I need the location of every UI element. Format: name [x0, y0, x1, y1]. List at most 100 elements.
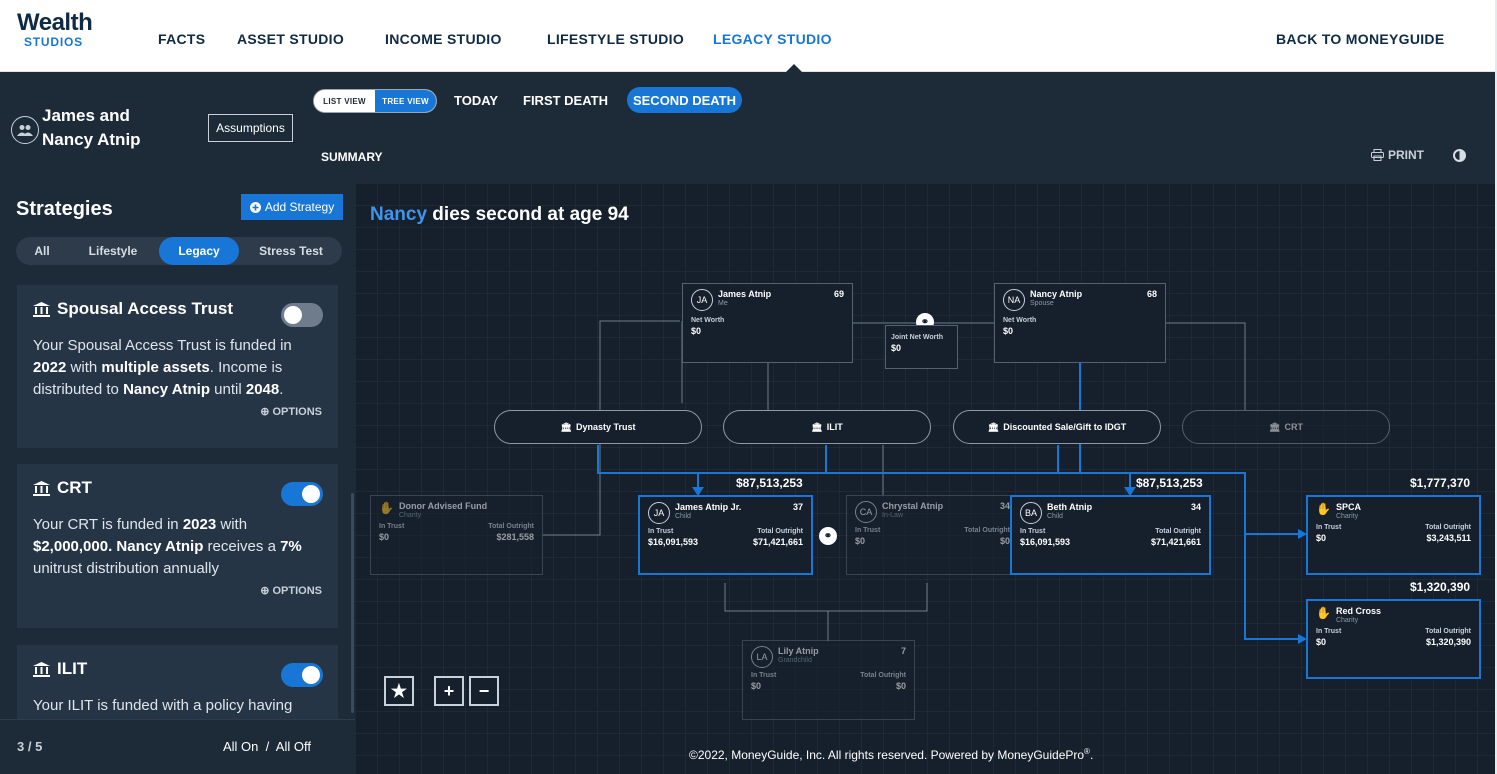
- card-title: CRT: [33, 478, 322, 498]
- strategies-sidebar: Strategies Add Strategy All Lifestyle Le…: [0, 183, 355, 774]
- options-label: OPTIONS: [272, 406, 322, 418]
- text: receives a: [203, 538, 281, 555]
- node-header: LA Lily Atnip Grandchild 7: [751, 646, 906, 668]
- node-values: In Trust $16,091,593 Total Outright $71,42…: [648, 528, 803, 547]
- asset-type: multiple assets: [101, 359, 210, 376]
- total-outright: Total Outright $281,558: [488, 523, 534, 542]
- nav-legacy-studio[interactable]: LEGACY STUDIO: [713, 31, 832, 47]
- node-header: ✋ SPCA Charity: [1316, 502, 1471, 520]
- zoom-out-button[interactable]: −: [469, 676, 499, 706]
- node-role: Charity: [1335, 513, 1359, 520]
- total-outright-label: Total Outright: [1425, 628, 1471, 635]
- strategy-pill-ilit[interactable]: 🏛 ILIT: [723, 410, 931, 444]
- joint-net-worth-value: $0: [891, 343, 902, 353]
- all-on-link[interactable]: All On: [223, 739, 258, 754]
- initials-badge: JA: [648, 502, 670, 524]
- node-role: In-Law: [882, 512, 904, 519]
- in-trust-value: $0: [379, 532, 390, 542]
- node-role: Charity: [1335, 617, 1359, 624]
- charity-node-spca[interactable]: ✋ SPCA Charity In Trust $0 Total Outright $…: [1306, 495, 1481, 575]
- summary-link[interactable]: SUMMARY: [321, 150, 383, 164]
- total-outright-value: $281,558: [496, 532, 534, 542]
- node-values: In Trust $0 Total Outright $0: [855, 527, 1010, 546]
- crt-toggle[interactable]: [281, 482, 323, 506]
- tab-today[interactable]: TODAY: [454, 93, 498, 108]
- client-name: James and Nancy Atnip: [42, 106, 141, 149]
- joint-net-worth-node: Joint Net Worth $0: [885, 325, 958, 369]
- wealth-studios-logo[interactable]: Wealth STUDIOS: [17, 9, 93, 49]
- tab-second-death[interactable]: SECOND DEATH: [627, 87, 742, 113]
- in-trust-label: In Trust: [751, 672, 777, 679]
- legacy-tree-canvas[interactable]: Nancy dies second at age 94 JA James Atn…: [355, 183, 1497, 774]
- person-node-chrystal-atnip[interactable]: CA Chrystal Atnip In-Law 34 In Trust $0 To…: [846, 495, 1019, 575]
- total-outright-label: Total Outright: [1425, 524, 1471, 531]
- initials-badge: BA: [1020, 502, 1042, 524]
- person-node-beth-atnip[interactable]: BA Beth Atnip Child 34 In Trust $16,091,59…: [1010, 495, 1211, 575]
- strategy-pill-crt[interactable]: 🏛 CRT: [1182, 410, 1390, 444]
- ilit-toggle[interactable]: [281, 663, 323, 687]
- separator: /: [265, 739, 270, 754]
- net-worth-label: Net Worth: [691, 317, 725, 324]
- zoom-in-button[interactable]: +: [434, 676, 464, 706]
- view-toggle: LIST VIEW TREE VIEW: [313, 89, 437, 113]
- options-button[interactable]: ⊕ OPTIONS: [33, 584, 322, 597]
- logo-wordmark: Wealth: [17, 9, 93, 36]
- contrast-icon[interactable]: [1453, 149, 1466, 162]
- filter-stress-test[interactable]: Stress Test: [241, 237, 341, 265]
- bank-icon: [33, 301, 50, 317]
- bank-icon: [33, 480, 50, 496]
- top-nav: Wealth STUDIOS FACTS ASSET STUDIO INCOME…: [0, 0, 1497, 72]
- node-values: In Trust $0 Total Outright $281,558: [379, 523, 534, 542]
- tree-view-button[interactable]: TREE VIEW: [375, 90, 436, 112]
- card-description: Your Spousal Access Trust is funded in 2…: [33, 335, 322, 401]
- nav-income-studio[interactable]: INCOME STUDIO: [385, 31, 502, 47]
- back-to-moneyguide-link[interactable]: BACK TO MONEYGUIDE: [1276, 31, 1445, 47]
- filter-legacy[interactable]: Legacy: [159, 237, 239, 265]
- card-description: Your CRT is funded in 2023 with $2,000,0…: [33, 514, 322, 580]
- person-node-nancy-atnip[interactable]: NA Nancy Atnip Spouse 68 Net Worth $0: [994, 283, 1166, 363]
- options-button[interactable]: ⊕ OPTIONS: [33, 405, 322, 418]
- total-outright: Total Outright $71,421,661: [1151, 528, 1201, 547]
- assumptions-button[interactable]: Assumptions: [208, 114, 293, 142]
- nav-asset-studio[interactable]: ASSET STUDIO: [237, 31, 344, 47]
- node-role: Grandchild: [778, 657, 812, 664]
- node-identity: Donor Advised Fund Charity: [399, 501, 534, 519]
- strategy-pill-idgt[interactable]: 🏛 Discounted Sale/Gift to IDGT: [953, 410, 1161, 444]
- favorite-star-button[interactable]: ★: [384, 676, 414, 706]
- sidebar-scrollbar[interactable]: [351, 493, 354, 713]
- nav-facts[interactable]: FACTS: [158, 31, 205, 47]
- node-header: JA James Atnip Me 69: [691, 289, 844, 311]
- strategy-card-crt: CRT Your CRT is funded in 2023 with $2,0…: [17, 464, 338, 628]
- node-age: 68: [1146, 289, 1157, 299]
- text: unitrust distribution annually: [33, 560, 219, 577]
- all-off-link[interactable]: All Off: [276, 739, 311, 754]
- year: 2022: [33, 359, 67, 376]
- tab-first-death[interactable]: FIRST DEATH: [523, 93, 608, 108]
- person-node-lily-atnip[interactable]: LA Lily Atnip Grandchild 7 In Trust $0 Tot…: [742, 640, 915, 720]
- nav-lifestyle-studio[interactable]: LIFESTYLE STUDIO: [547, 31, 684, 47]
- person-node-james-atnip[interactable]: JA James Atnip Me 69 Net Worth $0: [682, 283, 853, 363]
- text: Your Spousal Access Trust is funded in: [33, 337, 292, 354]
- list-view-button[interactable]: LIST VIEW: [314, 90, 375, 112]
- net-worth-label: Net Worth: [1003, 317, 1037, 324]
- node-values: In Trust $0 Total Outright $3,243,511: [1316, 524, 1471, 543]
- text: with: [216, 516, 248, 533]
- marriage-rings-icon: ⚭: [819, 527, 837, 545]
- strategies-title: Strategies: [16, 198, 113, 220]
- filter-all[interactable]: All: [16, 237, 68, 265]
- person-node-james-atnip-jr[interactable]: JA James Atnip Jr. Child 37 In Trust $16,0…: [638, 495, 813, 575]
- spousal-access-trust-toggle[interactable]: [281, 303, 323, 327]
- initials-badge: JA: [691, 289, 713, 311]
- add-strategy-button[interactable]: Add Strategy: [241, 194, 343, 220]
- node-name: James Atnip: [718, 289, 772, 299]
- total-outright: Total Outright $3,243,511: [1425, 524, 1471, 543]
- filter-lifestyle[interactable]: Lifestyle: [68, 237, 158, 265]
- minus-icon: −: [478, 680, 490, 701]
- charity-node-red-cross[interactable]: ✋ Red Cross Charity In Trust $0 Total Outr…: [1306, 599, 1481, 679]
- toggle-knob: [302, 485, 320, 503]
- print-button[interactable]: PRINT: [1371, 148, 1424, 162]
- strategy-pill-dynasty-trust[interactable]: 🏛 Dynasty Trust: [494, 410, 702, 444]
- node-name: Beth Atnip: [1047, 502, 1093, 512]
- total-outright-value: $1,320,390: [1425, 637, 1471, 647]
- charity-node-donor-advised-fund[interactable]: ✋ Donor Advised Fund Charity In Trust $0 T…: [370, 495, 543, 575]
